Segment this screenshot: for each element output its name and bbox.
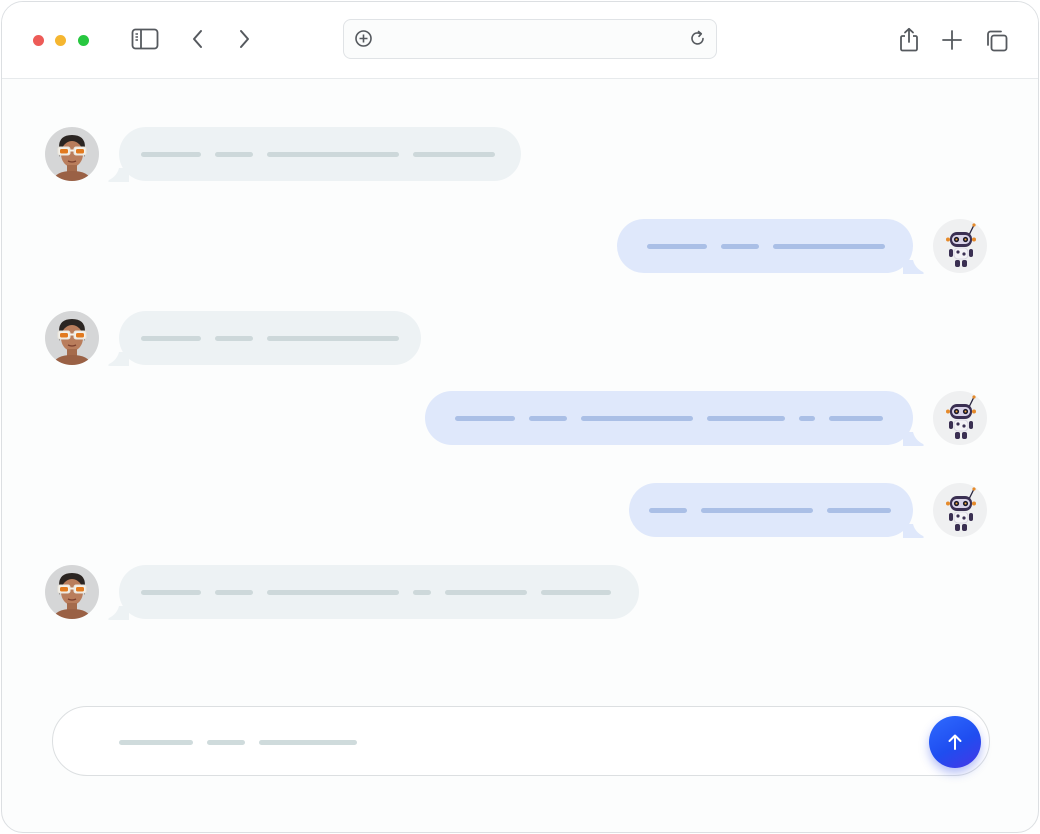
text-placeholder-line xyxy=(799,416,815,421)
tabs-icon[interactable] xyxy=(984,28,1010,54)
message-bubble xyxy=(119,311,421,365)
text-placeholder-line xyxy=(215,590,253,595)
text-placeholder-line xyxy=(141,336,201,341)
reload-icon[interactable] xyxy=(688,29,707,53)
robot-avatar[interactable] xyxy=(933,219,987,273)
text-placeholder-line xyxy=(267,336,399,341)
text-placeholder-line xyxy=(141,590,201,595)
text-placeholder-line xyxy=(707,416,785,421)
close-window-button[interactable] xyxy=(33,35,44,46)
text-placeholder-line xyxy=(721,244,759,249)
text-placeholder-line xyxy=(647,244,707,249)
text-placeholder-line xyxy=(413,590,431,595)
chevron-left-icon[interactable] xyxy=(188,26,208,52)
arrow-up-icon xyxy=(948,734,962,750)
browser-window xyxy=(1,1,1039,833)
input-placeholder-line xyxy=(207,740,245,745)
plus-icon[interactable] xyxy=(940,28,964,52)
text-placeholder-line xyxy=(581,416,693,421)
message-bubble xyxy=(425,391,913,445)
text-placeholder-line xyxy=(829,416,883,421)
input-placeholder-line xyxy=(119,740,193,745)
message-bubble xyxy=(617,219,913,273)
text-placeholder-line xyxy=(649,508,687,513)
user-avatar[interactable] xyxy=(45,311,99,365)
text-placeholder-line xyxy=(215,336,253,341)
browser-toolbar xyxy=(2,2,1038,79)
minimize-window-button[interactable] xyxy=(55,35,66,46)
maximize-window-button[interactable] xyxy=(78,35,89,46)
text-placeholder-line xyxy=(267,590,399,595)
text-placeholder-line xyxy=(701,508,813,513)
robot-avatar[interactable] xyxy=(933,483,987,537)
address-bar[interactable] xyxy=(343,19,717,59)
text-placeholder-line xyxy=(267,152,399,157)
send-button[interactable] xyxy=(929,716,981,768)
message-input[interactable] xyxy=(52,706,990,776)
share-icon[interactable] xyxy=(897,26,921,54)
sidebar-icon[interactable] xyxy=(131,26,159,52)
text-placeholder-line xyxy=(455,416,515,421)
add-circle-icon[interactable] xyxy=(354,29,373,53)
text-placeholder-line xyxy=(413,152,495,157)
text-placeholder-line xyxy=(529,416,567,421)
message-bubble xyxy=(629,483,913,537)
text-placeholder-line xyxy=(141,152,201,157)
text-placeholder-line xyxy=(445,590,527,595)
text-placeholder-line xyxy=(215,152,253,157)
text-placeholder-line xyxy=(541,590,611,595)
user-avatar[interactable] xyxy=(45,127,99,181)
chevron-right-icon[interactable] xyxy=(234,26,254,52)
robot-avatar[interactable] xyxy=(933,391,987,445)
input-placeholder-line xyxy=(259,740,357,745)
message-bubble xyxy=(119,127,521,181)
text-placeholder-line xyxy=(827,508,891,513)
message-bubble xyxy=(119,565,639,619)
user-avatar[interactable] xyxy=(45,565,99,619)
text-placeholder-line xyxy=(773,244,885,249)
